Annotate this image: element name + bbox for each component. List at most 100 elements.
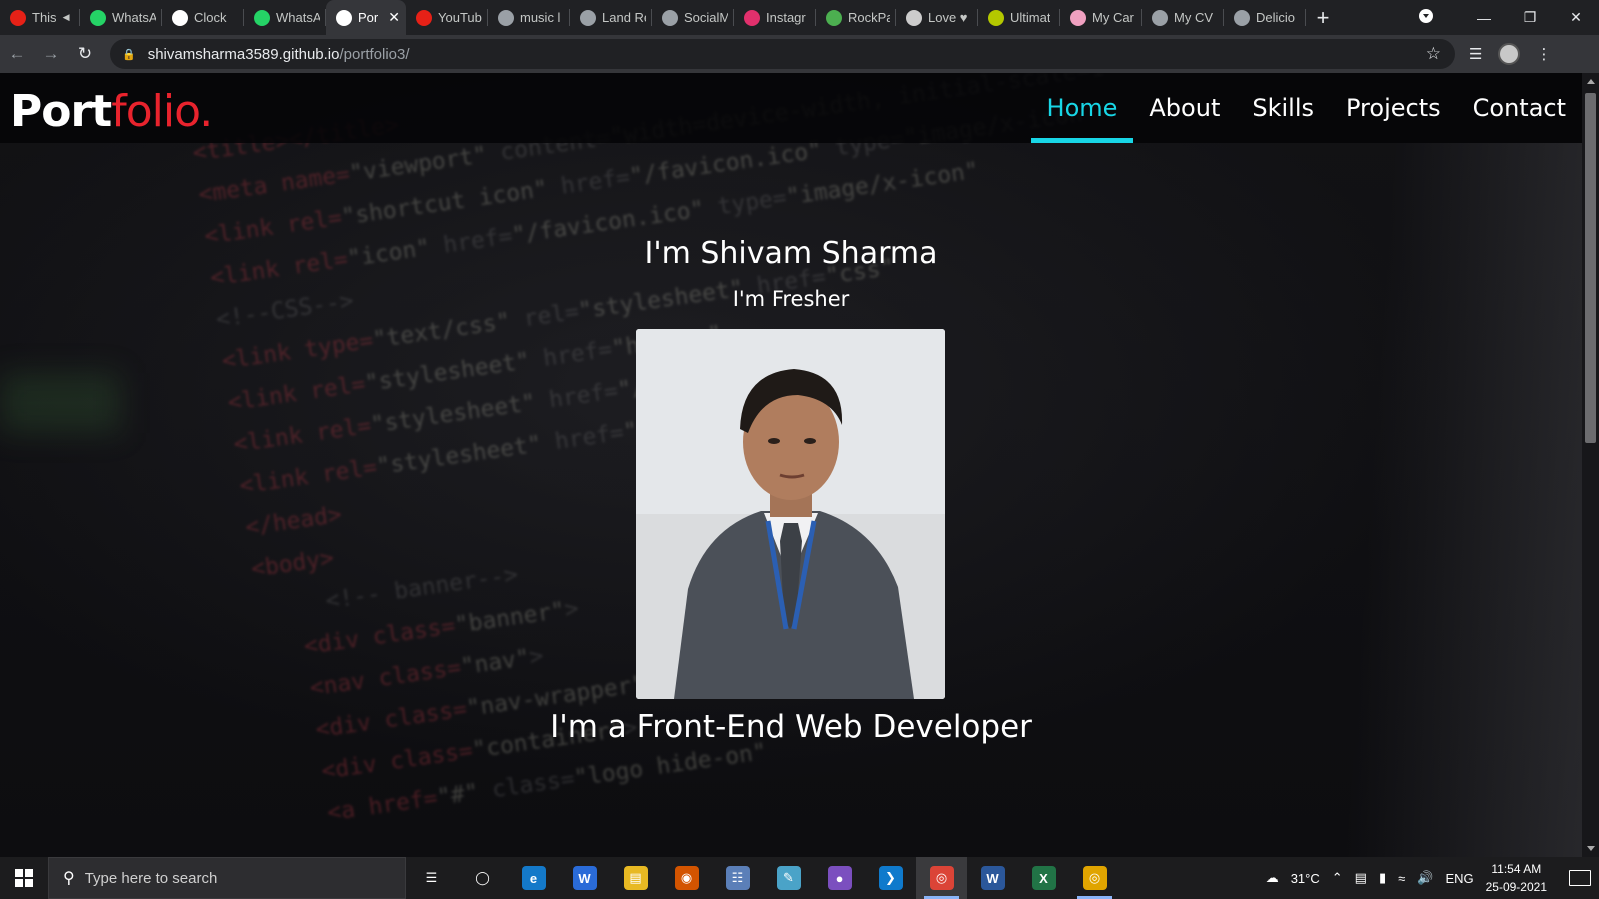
- taskbar-app-notes[interactable]: ✎: [763, 857, 814, 899]
- browser-tab[interactable]: WhatsA: [80, 0, 162, 35]
- forward-button[interactable]: →: [34, 44, 68, 64]
- taskbar-app-github-desktop[interactable]: ●: [814, 857, 865, 899]
- taskbar-app-cortana[interactable]: ◯: [457, 857, 508, 899]
- tab-search-button[interactable]: [1415, 9, 1461, 26]
- browser-tab[interactable]: RockPa: [816, 0, 896, 35]
- nav-link-home[interactable]: Home: [1030, 73, 1134, 143]
- tab-label: Por: [358, 10, 379, 25]
- taskbar-clock[interactable]: 11:54 AM 25-09-2021: [1486, 860, 1547, 896]
- bookmark-star-icon[interactable]: ☆: [1426, 44, 1441, 64]
- clock-time: 11:54 AM: [1491, 862, 1542, 876]
- taskbar-app-chrome-canary[interactable]: ◎: [1069, 857, 1120, 899]
- nav-link-projects[interactable]: Projects: [1330, 73, 1457, 143]
- vscode-icon: ❯: [878, 866, 903, 890]
- weather-temp[interactable]: 31°C: [1291, 871, 1320, 886]
- taskbar-app-edge[interactable]: e: [508, 857, 559, 899]
- taskbar-app-task-view[interactable]: ☰: [406, 857, 457, 899]
- close-window-button[interactable]: ✕: [1553, 9, 1599, 26]
- browser-tab-strip: This ◀ WhatsA Clock WhatsA Por ✕ YouTub music l L…: [0, 0, 1599, 35]
- audio-playing-icon[interactable]: ◀: [63, 12, 70, 23]
- chevron-down-icon: [1419, 9, 1433, 23]
- tab-label: Love ♥: [928, 10, 968, 25]
- globe-icon: [580, 9, 596, 26]
- taskbar-search[interactable]: ⚲ Type here to search: [48, 857, 406, 899]
- notification-center-icon[interactable]: [1569, 870, 1591, 886]
- lock-icon[interactable]: 🔒: [122, 48, 136, 61]
- excel-icon: X: [1031, 866, 1056, 890]
- hero-name: I'm Shivam Sharma: [644, 236, 938, 271]
- new-tab-button[interactable]: +: [1306, 5, 1340, 31]
- restore-button[interactable]: ❐: [1507, 9, 1553, 26]
- task-view-icon: ☰: [425, 870, 438, 885]
- taskbar-app-calculator[interactable]: ☷: [712, 857, 763, 899]
- back-button[interactable]: ←: [0, 44, 34, 64]
- nav-link-about[interactable]: About: [1133, 73, 1236, 143]
- browser-tab[interactable]: My CV: [1142, 0, 1224, 35]
- media-control-icon[interactable]: ☰: [1469, 45, 1482, 63]
- start-button[interactable]: [0, 857, 48, 899]
- windows-logo-icon: [15, 869, 33, 887]
- tab-label: My Car: [1092, 10, 1134, 25]
- scroll-down-arrow-icon[interactable]: [1587, 846, 1595, 851]
- browser-tab[interactable]: music l: [488, 0, 570, 35]
- browser-tab[interactable]: Land Re: [570, 0, 652, 35]
- browser-tab[interactable]: Love ♥: [896, 0, 978, 35]
- taskbar-app-word[interactable]: W: [967, 857, 1018, 899]
- portfolio-icon: [336, 9, 352, 26]
- whatsapp-icon: [254, 9, 270, 26]
- tab-label: WhatsA: [276, 10, 320, 25]
- taskbar-app-excel[interactable]: X: [1018, 857, 1069, 899]
- whatsapp-icon: [90, 9, 106, 26]
- window-controls: — ❐ ✕: [1415, 0, 1599, 35]
- weather-icon[interactable]: ☁: [1266, 870, 1279, 886]
- volume-icon[interactable]: 🔊: [1417, 870, 1433, 886]
- taskbar-app-list: ☰ ◯ e W ▤ ◉ ☷ ✎ ● ❯ ◎ W X ◎: [406, 857, 1120, 899]
- reload-button[interactable]: ↻: [68, 44, 102, 64]
- page-scrollbar[interactable]: [1582, 73, 1599, 857]
- browser-tab[interactable]: My Car: [1060, 0, 1142, 35]
- globe-icon: [498, 9, 514, 26]
- menu-icon[interactable]: ⋮: [1536, 45, 1551, 63]
- background-decoration: [0, 373, 120, 433]
- language-indicator[interactable]: ENG: [1445, 871, 1473, 886]
- nav-link-contact[interactable]: Contact: [1457, 73, 1582, 143]
- close-tab-icon[interactable]: ✕: [388, 9, 400, 26]
- browser-tab[interactable]: WhatsA: [244, 0, 326, 35]
- chrome-canary-icon: ◎: [1082, 866, 1107, 890]
- globe-icon: [662, 9, 678, 26]
- profile-avatar[interactable]: [1498, 43, 1521, 65]
- browser-tab[interactable]: This ◀: [0, 0, 80, 35]
- browser-tab[interactable]: Por ✕: [326, 0, 406, 35]
- scroll-thumb[interactable]: [1585, 93, 1596, 443]
- meet-now-icon[interactable]: ▤: [1355, 870, 1367, 886]
- browser-tab[interactable]: SocialM: [652, 0, 734, 35]
- browser-tab[interactable]: Instagr: [734, 0, 816, 35]
- taskbar-app-vscode[interactable]: ❯: [865, 857, 916, 899]
- browser-tab[interactable]: YouTub: [406, 0, 488, 35]
- hero-tagline: I'm a Front-End Web Developer: [550, 709, 1032, 745]
- edge-icon: e: [521, 866, 546, 890]
- browser-tab[interactable]: Ultimat: [978, 0, 1060, 35]
- windows-taskbar: ⚲ Type here to search ☰ ◯ e W ▤ ◉ ☷ ✎ ● ❯ ◎ W X ◎ ☁ 3…: [0, 857, 1599, 899]
- music-player-icon: ◉: [674, 866, 699, 890]
- chevron-up-icon[interactable]: ⌃: [1332, 870, 1343, 886]
- browser-tab[interactable]: Delicio: [1224, 0, 1306, 35]
- tab-label: WhatsA: [112, 10, 156, 25]
- taskbar-app-wps[interactable]: W: [559, 857, 610, 899]
- battery-icon[interactable]: ▮: [1379, 870, 1386, 886]
- site-logo[interactable]: Portfolio.: [10, 86, 213, 137]
- taskbar-app-chrome[interactable]: ◎: [916, 857, 967, 899]
- minimize-button[interactable]: —: [1461, 10, 1507, 26]
- tab-label: music l: [520, 10, 561, 25]
- cortana-icon: ◯: [475, 870, 490, 885]
- mycar-icon: [1070, 9, 1086, 26]
- taskbar-app-file-explorer[interactable]: ▤: [610, 857, 661, 899]
- taskbar-app-music-player[interactable]: ◉: [661, 857, 712, 899]
- nav-link-skills[interactable]: Skills: [1236, 73, 1330, 143]
- address-bar[interactable]: 🔒 shivamsharma3589.github.io/portfolio3/…: [110, 39, 1455, 69]
- globe-icon: [1234, 9, 1250, 26]
- wifi-icon[interactable]: ≈: [1398, 871, 1405, 886]
- scroll-up-arrow-icon[interactable]: [1587, 79, 1595, 84]
- browser-tab[interactable]: Clock: [162, 0, 244, 35]
- github-desktop-icon: ●: [827, 866, 852, 890]
